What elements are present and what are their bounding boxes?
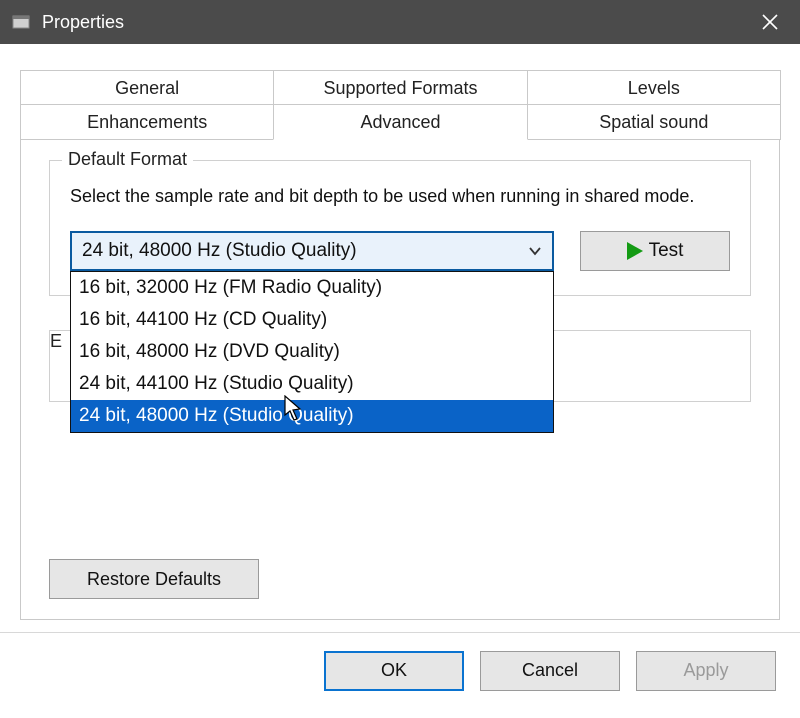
format-option-1[interactable]: 16 bit, 44100 Hz (CD Quality) (71, 304, 553, 336)
window-title: Properties (42, 12, 124, 33)
default-format-combobox[interactable]: 24 bit, 48000 Hz (Studio Quality) (70, 231, 554, 271)
format-option-4[interactable]: 24 bit, 48000 Hz (Studio Quality) (71, 400, 553, 432)
restore-defaults-label: Restore Defaults (87, 569, 221, 590)
default-format-dropdown: 16 bit, 32000 Hz (FM Radio Quality) 16 b… (70, 271, 554, 433)
apply-button[interactable]: Apply (636, 651, 776, 691)
tab-advanced[interactable]: Advanced (273, 104, 527, 140)
ok-button[interactable]: OK (324, 651, 464, 691)
format-option-3[interactable]: 24 bit, 44100 Hz (Studio Quality) (71, 368, 553, 400)
tab-levels[interactable]: Levels (527, 70, 781, 106)
titlebar: Properties (0, 0, 800, 44)
close-icon (762, 14, 778, 30)
dialog-footer: OK Cancel Apply (0, 632, 800, 708)
close-button[interactable] (740, 0, 800, 44)
app-icon (10, 11, 32, 33)
cancel-button[interactable]: Cancel (480, 651, 620, 691)
apply-button-label: Apply (683, 660, 728, 681)
tabstrip: General Supported Formats Levels Enhance… (20, 70, 780, 140)
format-option-2[interactable]: 16 bit, 48000 Hz (DVD Quality) (71, 336, 553, 368)
play-icon (627, 242, 643, 260)
cursor-icon (284, 395, 302, 421)
tab-spatial-sound[interactable]: Spatial sound (527, 104, 781, 140)
tabpanel-advanced: Default Format Select the sample rate an… (20, 140, 780, 620)
group-default-format: Default Format Select the sample rate an… (49, 160, 751, 296)
test-button-label: Test (649, 240, 684, 262)
tab-supported-formats[interactable]: Supported Formats (273, 70, 527, 106)
ok-button-label: OK (381, 660, 407, 681)
tab-enhancements[interactable]: Enhancements (20, 104, 274, 140)
default-format-description: Select the sample rate and bit depth to … (70, 183, 730, 209)
restore-defaults-button[interactable]: Restore Defaults (49, 559, 259, 599)
format-option-0[interactable]: 16 bit, 32000 Hz (FM Radio Quality) (71, 272, 553, 304)
chevron-down-icon (528, 243, 542, 259)
tab-general[interactable]: General (20, 70, 274, 106)
default-format-selected-value: 24 bit, 48000 Hz (Studio Quality) (82, 240, 528, 262)
group-default-format-legend: Default Format (62, 149, 193, 170)
test-button[interactable]: Test (580, 231, 730, 271)
cancel-button-label: Cancel (522, 660, 578, 681)
dialog-body: General Supported Formats Levels Enhance… (0, 44, 800, 632)
